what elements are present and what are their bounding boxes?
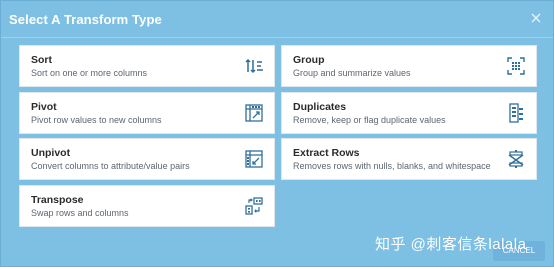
card-description: Convert columns to attribute/value pairs [31, 161, 190, 171]
card-description: Remove, keep or flag duplicate values [293, 115, 446, 125]
pivot-icon [244, 103, 264, 123]
card-title: Extract Rows [293, 147, 360, 159]
unpivot-icon [244, 149, 264, 169]
transpose-icon [244, 196, 264, 216]
card-title: Duplicates [293, 101, 347, 113]
title-divider [1, 37, 553, 38]
transform-card-pivot[interactable]: Pivot Pivot row values to new columns [19, 92, 275, 134]
card-title: Group [293, 54, 325, 66]
watermark-text: 知乎 @刺客信条lalala [375, 236, 527, 253]
transform-card-duplicates[interactable]: Duplicates Remove, keep or flag duplicat… [281, 92, 537, 134]
group-icon [506, 56, 526, 76]
card-description: Swap rows and columns [31, 208, 129, 218]
transform-type-dialog: Select A Transform Type Sort Sort on one… [0, 0, 554, 267]
card-title: Unpivot [31, 147, 71, 159]
card-title: Pivot [31, 101, 57, 113]
card-description: Pivot row values to new columns [31, 115, 162, 125]
card-description: Removes rows with nulls, blanks, and whi… [293, 161, 491, 171]
transform-card-extract-rows[interactable]: Extract Rows Removes rows with nulls, bl… [281, 138, 537, 180]
card-description: Sort on one or more columns [31, 68, 148, 78]
sort-icon [244, 56, 264, 76]
transform-card-sort[interactable]: Sort Sort on one or more columns [19, 45, 275, 87]
dialog-title: Select A Transform Type [9, 12, 162, 27]
dialog-titlebar: Select A Transform Type [1, 1, 553, 37]
transform-card-unpivot[interactable]: Unpivot Convert columns to attribute/val… [19, 138, 275, 180]
duplicates-icon [506, 103, 526, 123]
transform-card-transpose[interactable]: Transpose Swap rows and columns [19, 185, 275, 227]
card-title: Sort [31, 54, 52, 66]
card-description: Group and summarize values [293, 68, 411, 78]
card-title: Transpose [31, 194, 84, 206]
transform-card-group[interactable]: Group Group and summarize values [281, 45, 537, 87]
close-icon[interactable] [529, 11, 543, 25]
extract-rows-icon [506, 149, 526, 169]
